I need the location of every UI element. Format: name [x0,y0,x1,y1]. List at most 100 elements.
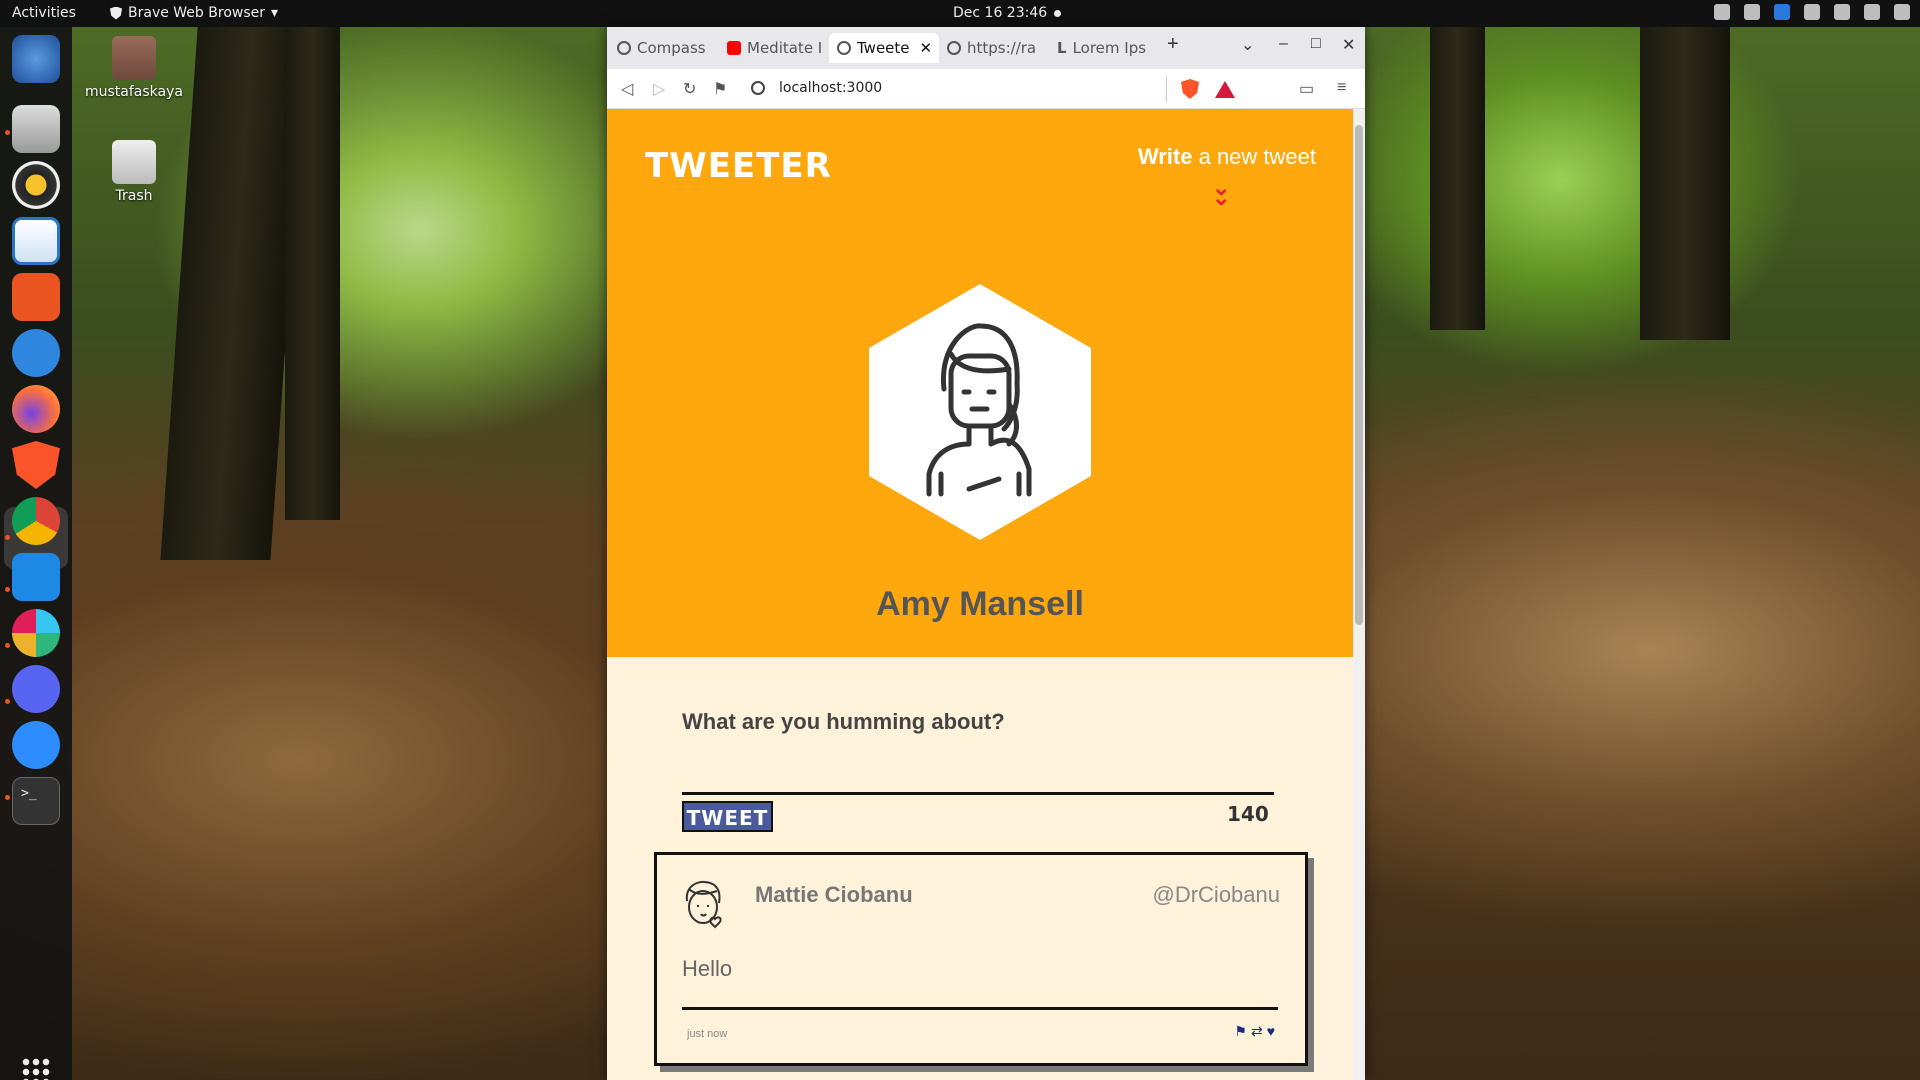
compose-toggle[interactable]: Write a new tweet [1138,144,1316,170]
brave-rewards-icon[interactable] [1215,81,1235,98]
scrollbar-thumb[interactable] [1355,125,1363,625]
tree-trunk [1430,0,1485,330]
flag-icon[interactable]: ⚑ [1234,1023,1247,1040]
tab-lorem[interactable]: L Lorem Ips [1049,33,1159,63]
dock: >_ [0,27,72,1080]
tab-label: Compass [637,39,706,57]
tab-tweeter[interactable]: Tweete ✕ [829,33,939,63]
home-folder-label: mustafaskaya [85,84,183,100]
close-tab-icon[interactable]: ✕ [920,39,933,57]
battery-icon[interactable] [1864,4,1880,20]
software-icon[interactable] [12,273,60,321]
menu-icon[interactable]: ≡ [1337,79,1346,97]
tree-trunk [285,0,340,520]
globe-icon [837,41,851,55]
app-menu-label: Brave Web Browser [128,5,265,21]
address-toolbar: ◁ ▷ ↻ ⚑ localhost:3000 ▭ ≡ [607,69,1365,109]
tweet-timestamp: just now [687,1028,728,1040]
tweet-divider [682,1007,1278,1010]
page-scrollbar[interactable] [1353,109,1365,1080]
system-tray[interactable] [1714,4,1910,20]
url-bar[interactable]: localhost:3000 [747,76,1167,102]
back-button[interactable]: ◁ [621,79,633,99]
running-indicator [5,587,10,592]
compass-icon [617,41,631,55]
tab-label: Meditate I [747,39,823,57]
tweet-body: Hello [682,956,733,981]
power-menu-icon[interactable] [1894,4,1910,20]
browser-window: Compass Meditate I Tweete ✕ https://ra L… [607,27,1365,1080]
slack-tray-icon[interactable] [1744,4,1760,20]
double-chevron-down-icon[interactable]: ⌄ ⌄ [1212,177,1230,209]
tweet-textarea[interactable] [682,745,1274,795]
running-indicator [5,535,10,540]
heart-icon[interactable]: ♥ [1267,1023,1275,1040]
tab-label: Tweete [857,39,910,57]
tree-trunk [1640,0,1730,340]
wallet-icon[interactable]: ▭ [1299,79,1314,99]
thunderbird-icon[interactable] [12,35,60,83]
author-avatar-icon [685,880,722,929]
trash-icon [112,140,156,184]
char-counter: 140 [1227,802,1269,826]
slack-icon[interactable] [12,609,60,657]
zoom-icon[interactable] [12,721,60,769]
clock[interactable]: Dec 16 23:46 [953,5,1047,21]
compose-prompt: What are you humming about? [682,709,1005,734]
brave-shields-icon[interactable] [1181,79,1199,99]
maximize-button[interactable]: □ [1311,35,1321,53]
user-avatar-icon [926,323,1032,497]
reload-button[interactable]: ↻ [683,79,696,99]
profile-header: TWEETER Write a new tweet ⌄ ⌄ Amy Mansel… [607,109,1353,657]
site-info-icon[interactable] [751,81,765,95]
caret-down-icon: ▾ [271,5,279,21]
retweet-icon[interactable]: ⇄ [1251,1023,1263,1040]
discord-icon[interactable] [12,665,60,713]
zoom-tray-icon[interactable] [1774,4,1790,20]
app-menu[interactable]: Brave Web Browser ▾ [110,5,278,21]
wifi-icon[interactable] [1804,4,1820,20]
tweet-card: Mattie Ciobanu @DrCiobanu Hello just now… [654,852,1308,1066]
close-window-button[interactable]: ✕ [1342,35,1355,55]
writer-icon[interactable] [12,217,60,265]
running-indicator [5,699,10,704]
tweet-author-name: Mattie Ciobanu [755,882,913,907]
tab-search-icon[interactable]: ⌄ [1241,35,1254,55]
new-tab-button[interactable]: + [1167,33,1179,56]
tab-label: https://ra [967,39,1037,57]
chrome-icon[interactable] [12,497,60,545]
url-text[interactable]: localhost:3000 [779,80,882,96]
tab-meditate[interactable]: Meditate I [719,33,829,63]
firefox-icon[interactable] [12,385,60,433]
vscode-icon[interactable] [12,553,60,601]
rhythmbox-icon[interactable] [12,161,60,209]
tab-url[interactable]: https://ra [939,33,1049,63]
minimize-button[interactable]: – [1279,35,1288,53]
tab-compass[interactable]: Compass [609,33,719,63]
tab-label: Lorem Ips [1072,39,1147,57]
terminal-icon[interactable]: >_ [12,777,60,825]
activities-button[interactable]: Activities [12,5,76,21]
running-indicator [5,795,10,800]
brave-icon[interactable] [12,441,60,489]
desktop-trash[interactable]: Trash [84,140,184,204]
tweet-actions: ⚑ ⇄ ♥ [1234,1023,1275,1040]
site-logo[interactable]: TWEETER [645,146,832,186]
profile-name: Amy Mansell [876,585,1084,623]
compose-bold: Write [1137,144,1193,169]
bookmark-icon[interactable]: ⚑ [713,79,727,99]
compose-rest: a new tweet [1192,144,1316,169]
files-icon[interactable] [12,105,60,153]
help-icon[interactable] [12,329,60,377]
volume-icon[interactable] [1834,4,1850,20]
profile-avatar [869,284,1091,540]
show-apps-icon[interactable] [21,1057,51,1080]
brave-small-icon [110,6,122,20]
home-folder-icon [112,36,156,80]
running-indicator [5,130,10,135]
globe-icon [947,41,961,55]
tweet-button[interactable]: TWEET [682,801,773,832]
desktop-home-folder[interactable]: mustafaskaya [84,36,184,100]
forward-button[interactable]: ▷ [653,79,665,99]
discord-tray-icon[interactable] [1714,4,1730,20]
